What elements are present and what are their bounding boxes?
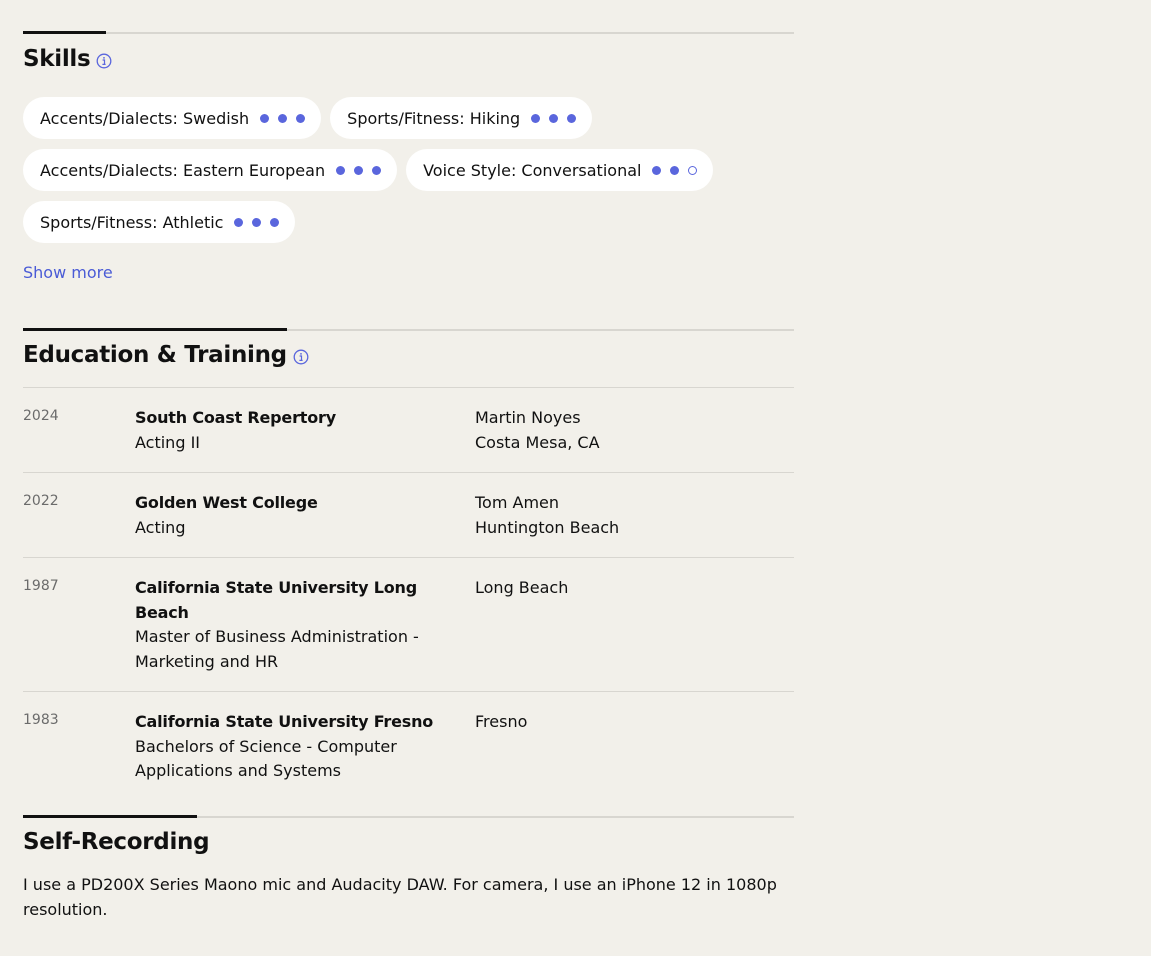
section-divider	[23, 31, 794, 34]
skill-chip[interactable]: Accents/Dialects: Swedish	[23, 97, 322, 139]
self-recording-description: I use a PD200X Series Maono mic and Auda…	[23, 875, 777, 919]
level-dot-filled	[567, 113, 577, 123]
education-year: 1987	[23, 578, 59, 594]
level-dot-filled	[296, 113, 306, 123]
show-more-link[interactable]: Show more	[23, 263, 113, 282]
skill-label: Sports/Fitness: Hiking	[347, 108, 521, 128]
education-program-block: Golden West College Acting	[135, 491, 475, 540]
education-program-block: California State University Fresno Bachel…	[135, 710, 475, 784]
education-program: Acting II	[135, 432, 200, 452]
skill-level-indicator	[652, 165, 698, 175]
section-divider	[23, 328, 794, 331]
education-program: Acting	[135, 517, 186, 537]
level-dot-filled	[549, 113, 559, 123]
self-recording-title-text: Self-Recording	[23, 829, 210, 855]
education-location: Huntington Beach	[475, 517, 620, 537]
education-school: California State University Long Beach	[135, 578, 417, 622]
level-dot-filled	[234, 217, 244, 227]
self-recording-section: Self-Recording I use a PD200X Series Mao…	[23, 815, 794, 922]
skill-label: Accents/Dialects: Eastern European	[40, 160, 326, 180]
education-program: Bachelors of Science - Computer Applicat…	[135, 736, 397, 781]
level-dot-filled	[354, 165, 364, 175]
self-recording-title: Self-Recording	[23, 822, 794, 862]
education-school: Golden West College	[135, 493, 318, 512]
education-program-block: South Coast Repertory Acting II	[135, 406, 475, 455]
skills-title: Skills	[23, 39, 794, 79]
skill-label: Voice Style: Conversational	[423, 160, 642, 180]
skills-title-text: Skills	[23, 46, 91, 72]
education-row: 2024 South Coast Repertory Acting II Martin…	[23, 387, 794, 472]
level-dot-filled	[270, 217, 280, 227]
education-title: Education & Training	[23, 335, 794, 375]
info-icon[interactable]	[96, 53, 112, 69]
level-dot-filled	[372, 165, 382, 175]
section-divider	[23, 815, 794, 818]
education-year: 2022	[23, 493, 59, 509]
level-dot-filled	[652, 165, 662, 175]
education-section: Education & Training 2024 South Coast Rep…	[23, 328, 794, 801]
education-instructor: Fresno	[475, 712, 528, 731]
education-school: South Coast Repertory	[135, 408, 336, 427]
skills-section: Skills Accents/Dialects: Swedish Sports/F…	[23, 31, 794, 282]
education-instructor-block: Martin Noyes Costa Mesa, CA	[475, 406, 794, 455]
skill-level-indicator	[234, 217, 280, 227]
level-dot-empty	[688, 165, 698, 175]
level-dot-filled	[252, 217, 262, 227]
level-dot-filled	[336, 165, 346, 175]
education-instructor: Tom Amen	[475, 493, 560, 512]
education-table: 2024 South Coast Repertory Acting II Martin…	[23, 387, 794, 801]
education-title-text: Education & Training	[23, 342, 287, 368]
skill-level-indicator	[531, 113, 577, 123]
education-year: 2024	[23, 408, 59, 424]
skill-chip[interactable]: Voice Style: Conversational	[406, 149, 714, 191]
education-school: California State University Fresno	[135, 712, 434, 731]
education-row: 1983 California State University Fresno Ba…	[23, 691, 794, 801]
education-program: Master of Business Administration - Mark…	[135, 627, 419, 671]
education-instructor: Long Beach	[475, 578, 569, 597]
skill-label: Sports/Fitness: Athletic	[40, 212, 224, 232]
skill-label: Accents/Dialects: Swedish	[40, 108, 250, 128]
level-dot-filled	[260, 113, 270, 123]
info-icon[interactable]	[293, 349, 309, 365]
education-row: 2022 Golden West College Acting Tom Amen Hun…	[23, 472, 794, 557]
education-row: 1987 California State University Long Bea…	[23, 557, 794, 691]
skill-chip-list: Accents/Dialects: Swedish Sports/Fitness:…	[23, 97, 794, 243]
level-dot-filled	[531, 113, 541, 123]
education-instructor: Martin Noyes	[475, 408, 581, 427]
education-instructor-block: Tom Amen Huntington Beach	[475, 491, 794, 540]
education-instructor-block: Fresno	[475, 710, 794, 784]
skill-chip[interactable]: Sports/Fitness: Athletic	[23, 201, 296, 243]
skill-level-indicator	[260, 113, 306, 123]
level-dot-filled	[278, 113, 288, 123]
education-program-block: California State University Long Beach Ma…	[135, 576, 475, 674]
education-instructor-block: Long Beach	[475, 576, 794, 674]
skill-chip[interactable]: Sports/Fitness: Hiking	[330, 97, 593, 139]
education-year: 1983	[23, 712, 59, 728]
skill-chip[interactable]: Accents/Dialects: Eastern European	[23, 149, 398, 191]
skill-level-indicator	[336, 165, 382, 175]
education-location: Costa Mesa, CA	[475, 432, 600, 452]
level-dot-filled	[670, 165, 680, 175]
